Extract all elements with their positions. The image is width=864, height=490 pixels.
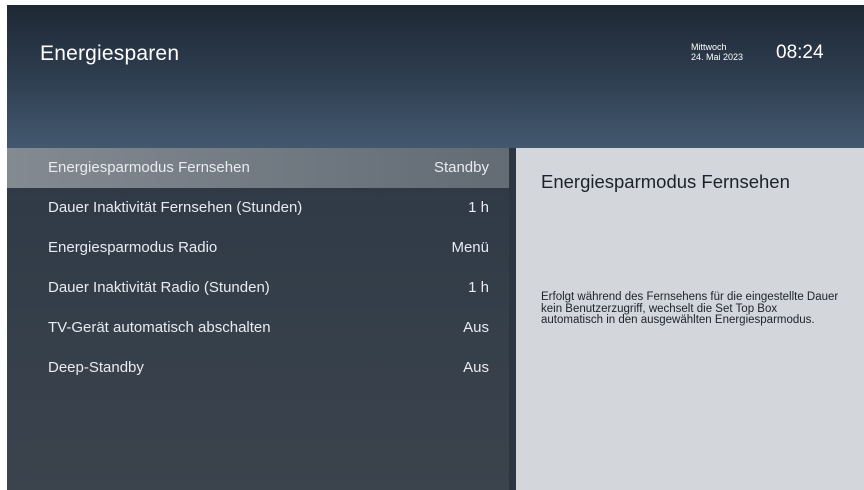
menu-item-label: Deep-Standby	[48, 359, 144, 376]
weekday-label: Mittwoch	[691, 42, 727, 52]
detail-panel: Energiesparmodus Fernsehen Erfolgt währe…	[516, 148, 864, 490]
menu-item-deep-standby[interactable]: Deep-Standby Aus	[7, 348, 509, 388]
menu-item-tv-geraet-abschalten[interactable]: TV-Gerät automatisch abschalten Aus	[7, 308, 509, 348]
header-bar: Energiesparen Mittwoch 24. Mai 2023 08:2…	[7, 5, 864, 148]
page-title: Energiesparen	[40, 42, 180, 65]
menu-item-dauer-inaktivitaet-fernsehen[interactable]: Dauer Inaktivität Fernsehen (Stunden) 1 …	[7, 188, 509, 228]
menu-item-energiesparmodus-fernsehen[interactable]: Energiesparmodus Fernsehen Standby	[7, 148, 509, 188]
menu-item-label: Dauer Inaktivität Radio (Stunden)	[48, 279, 270, 296]
menu-item-energiesparmodus-radio[interactable]: Energiesparmodus Radio Menü	[7, 228, 509, 268]
menu-item-label: Dauer Inaktivität Fernsehen (Stunden)	[48, 199, 303, 216]
clock: 08:24	[776, 42, 824, 63]
menu-item-value: Menü	[451, 239, 489, 256]
detail-title: Energiesparmodus Fernsehen	[541, 171, 790, 192]
date-display: Mittwoch 24. Mai 2023	[691, 42, 743, 62]
menu-item-value: 1 h	[468, 199, 489, 216]
tv-screen: Energiesparen Mittwoch 24. Mai 2023 08:2…	[7, 5, 864, 490]
menu-item-value: 1 h	[468, 279, 489, 296]
menu-item-dauer-inaktivitaet-radio[interactable]: Dauer Inaktivität Radio (Stunden) 1 h	[7, 268, 509, 308]
date-label: 24. Mai 2023	[691, 52, 744, 62]
settings-menu: Energiesparmodus Fernsehen Standby Dauer…	[7, 148, 509, 490]
menu-item-value: Aus	[463, 359, 489, 376]
detail-description: Erfolgt während des Fernsehens für die e…	[541, 291, 839, 326]
menu-item-label: Energiesparmodus Radio	[48, 239, 218, 256]
menu-item-value: Standby	[433, 159, 489, 176]
menu-item-label: TV-Gerät automatisch abschalten	[48, 319, 271, 336]
menu-item-label: Energiesparmodus Fernsehen	[48, 159, 250, 176]
menu-item-value: Aus	[463, 319, 489, 336]
